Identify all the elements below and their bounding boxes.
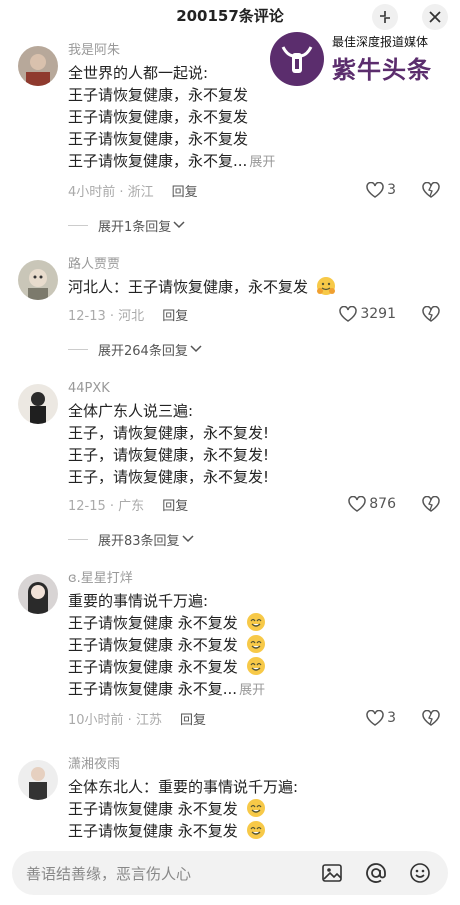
grin-emoji-icon xyxy=(246,821,265,839)
avatar[interactable] xyxy=(18,46,58,86)
watermark-subtitle: 最佳深度报道媒体 xyxy=(332,35,429,49)
comment-text: 王子请恢复健康 永不复发 xyxy=(68,634,446,656)
expand-replies-button[interactable]: 展开1条回复 xyxy=(68,210,446,240)
avatar[interactable] xyxy=(18,260,58,300)
comment-text-content: 王子请恢复健康 永不复发 xyxy=(68,822,238,840)
chevron-down-icon xyxy=(190,345,202,353)
expand-text-button[interactable]: 展开 xyxy=(249,155,275,170)
comment-time-location: 12-13 · 河北 xyxy=(68,308,145,324)
hug-emoji-icon xyxy=(316,277,335,295)
comment-meta: 12-13 · 河北 回复 3291 xyxy=(68,300,446,328)
comment-text: 王子请恢复健康 永不复发 xyxy=(68,656,446,678)
expand-replies-button[interactable]: 展开264条回复 xyxy=(68,334,446,364)
like-count: 3 xyxy=(387,710,396,726)
reply-button[interactable]: 回复 xyxy=(162,305,188,324)
collapse-icon[interactable] xyxy=(372,4,398,30)
comment-text-content: 王子请恢复健康 永不复发 xyxy=(68,636,238,654)
expand-replies-label: 展开83条回复 xyxy=(98,533,180,549)
avatar[interactable] xyxy=(18,760,58,800)
grin-emoji-icon xyxy=(246,657,265,675)
comment-text-truncated: 王子请恢复健康，永不复... xyxy=(68,152,248,170)
like-count: 3 xyxy=(387,182,396,198)
comment-text: 王子请恢复健康 永不复发 xyxy=(68,798,446,820)
at-icon[interactable] xyxy=(360,857,392,889)
comment-username[interactable]: ɞ.星星打烊 xyxy=(68,568,446,590)
expand-replies-label: 展开264条回复 xyxy=(98,343,188,359)
dislike-icon[interactable] xyxy=(422,300,440,328)
dislike-icon[interactable] xyxy=(422,176,440,204)
comment-meta: 10小时前 · 江苏 回复 3 xyxy=(68,704,446,732)
grin-emoji-icon xyxy=(246,613,265,631)
reply-button[interactable]: 回复 xyxy=(180,709,206,728)
expand-replies-label: 展开1条回复 xyxy=(98,219,172,235)
comment-list: 我是阿朱 全世界的人都一起说: 王子请恢复健康，永不复发 王子请恢复健康，永不复… xyxy=(0,40,460,845)
comment-text: 王子请恢复健康，永不复发 xyxy=(68,108,249,126)
comment-text: 王子，请恢复健康，永不复发! xyxy=(68,468,270,486)
comment-item: 44PXK 全体广东人说三遍: 王子，请恢复健康，永不复发! 王子，请恢复健康，… xyxy=(0,378,460,554)
heart-icon xyxy=(366,710,384,726)
comment-item: 潇湘夜雨 全体东北人：重要的事情说千万遍: 王子请恢复健康 永不复发 王子请恢复… xyxy=(0,754,460,842)
comment-text-truncated: 王子请恢复健康 永不复... xyxy=(68,680,238,698)
comment-meta: 4小时前 · 浙江 回复 3 xyxy=(68,176,446,204)
comment-username[interactable]: 路人贾贾 xyxy=(68,254,446,276)
expand-replies-button[interactable]: 展开83条回复 xyxy=(68,524,446,554)
comment-text-content: 王子请恢复健康 永不复发 xyxy=(68,800,238,818)
reply-button[interactable]: 回复 xyxy=(162,495,188,514)
comment-input[interactable]: 善语结善缘，恶言伤人心 xyxy=(26,863,316,884)
expand-text-button[interactable]: 展开 xyxy=(239,683,265,698)
avatar[interactable] xyxy=(18,574,58,614)
comment-item: 路人贾贾 河北人：王子请恢复健康，永不复发 12-13 · 河北 回复 3291… xyxy=(0,254,460,364)
watermark-title: 紫牛头条 xyxy=(332,56,432,84)
comment-text: 王子请恢复健康，永不复... 展开 xyxy=(68,150,446,174)
reply-button[interactable]: 回复 xyxy=(172,181,198,200)
header: 200157条评论 xyxy=(0,0,460,30)
comment-username[interactable]: 44PXK xyxy=(68,378,446,400)
comment-text: 王子请恢复健康，永不复发 xyxy=(68,130,249,148)
comment-text: 王子，请恢复健康，永不复发! xyxy=(68,424,270,442)
comment-username[interactable]: 潇湘夜雨 xyxy=(68,754,446,776)
bull-logo-icon xyxy=(270,32,324,86)
comment-text: 全体广东人说三遍: xyxy=(68,402,194,420)
chevron-down-icon xyxy=(182,535,194,543)
comment-meta: 12-15 · 广东 回复 876 xyxy=(68,490,446,518)
comment-text: 王子请恢复健康 永不复发 xyxy=(68,612,446,634)
comment-text: 河北人：王子请恢复健康，永不复发 xyxy=(68,276,446,298)
comment-text: 王子请恢复健康 永不复发 xyxy=(68,820,446,842)
dislike-icon[interactable] xyxy=(422,490,440,518)
comment-time-location: 4小时前 · 浙江 xyxy=(68,184,154,200)
comment-item: ɞ.星星打烊 重要的事情说千万遍: 王子请恢复健康 永不复发 王子请恢复健康 永… xyxy=(0,568,460,732)
comment-time-location: 10小时前 · 江苏 xyxy=(68,712,162,728)
comment-text: 王子，请恢复健康，永不复发! xyxy=(68,446,270,464)
dislike-icon[interactable] xyxy=(422,704,440,732)
grin-emoji-icon xyxy=(246,799,265,817)
like-count: 876 xyxy=(369,496,396,512)
heart-icon xyxy=(348,496,367,512)
close-icon[interactable] xyxy=(422,4,448,30)
grin-emoji-icon xyxy=(246,635,265,653)
like-button[interactable]: 3 xyxy=(366,704,396,732)
comment-input-bar[interactable]: 善语结善缘，恶言伤人心 xyxy=(12,851,448,895)
watermark: 最佳深度报道媒体 紫牛头条 xyxy=(270,30,456,88)
like-count: 3291 xyxy=(360,306,396,322)
emoji-icon[interactable] xyxy=(404,857,436,889)
like-button[interactable]: 3291 xyxy=(339,300,396,328)
comment-text: 王子请恢复健康 永不复... 展开 xyxy=(68,678,446,702)
comment-time-location: 12-15 · 广东 xyxy=(68,498,145,514)
avatar[interactable] xyxy=(18,384,58,424)
comment-text-content: 河北人：王子请恢复健康，永不复发 xyxy=(68,278,309,296)
image-icon[interactable] xyxy=(316,857,348,889)
like-button[interactable]: 3 xyxy=(366,176,396,204)
comment-text-content: 王子请恢复健康 永不复发 xyxy=(68,614,238,632)
comment-text: 重要的事情说千万遍: xyxy=(68,592,209,610)
heart-icon xyxy=(339,306,358,322)
comment-text-content: 王子请恢复健康 永不复发 xyxy=(68,658,238,676)
comment-text: 全体东北人：重要的事情说千万遍: xyxy=(68,778,299,796)
like-button[interactable]: 876 xyxy=(348,490,396,518)
heart-icon xyxy=(366,182,384,198)
chevron-down-icon xyxy=(173,221,185,229)
